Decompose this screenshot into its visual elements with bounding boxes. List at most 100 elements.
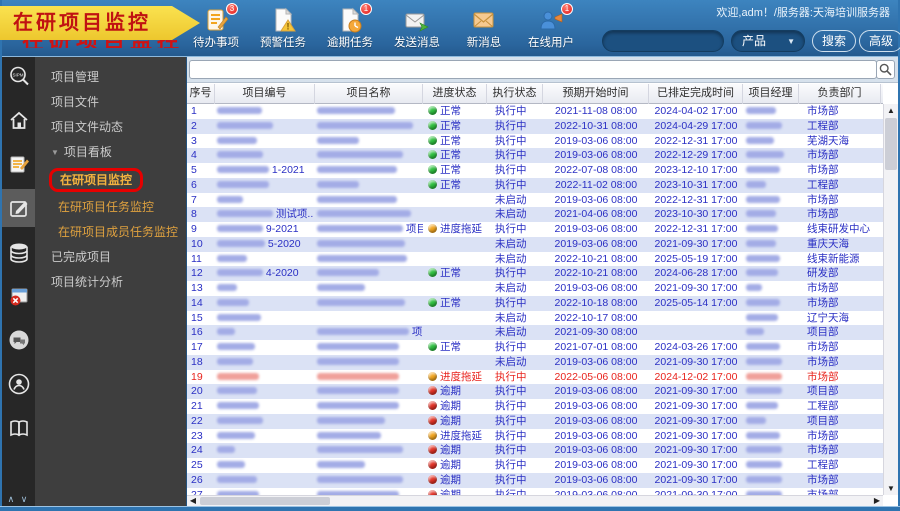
column-header-progress[interactable]: 进度状态 bbox=[423, 84, 487, 104]
table-row[interactable]: 8 测试项.. 未启动 2021-04-06 08:00 2023-10-30 17:… bbox=[187, 207, 883, 222]
table-search-button[interactable] bbox=[876, 60, 895, 79]
table-row[interactable]: 7 未启动 2019-03-06 08:00 2022-12-31 17:00 市场部 bbox=[187, 193, 883, 208]
column-header-mgr[interactable]: 项目经理 bbox=[743, 84, 799, 104]
table-row[interactable]: 15 未启动 2022-10-17 08:00 辽宁天海 bbox=[187, 311, 883, 326]
table-row[interactable]: 20 逾期 执行中 2019-03-06 08:00 2021-09-30 17:00 项… bbox=[187, 384, 883, 399]
department-label: 重庆天海 bbox=[807, 237, 849, 250]
redacted-text bbox=[746, 313, 778, 321]
column-header-no[interactable]: 序号 bbox=[187, 84, 215, 104]
sidebar-scroll-chevrons[interactable]: ∧ ∨ bbox=[2, 494, 35, 505]
table-row[interactable]: 6 正常 执行中 2022-11-02 08:00 2023-10-31 17:00 工程… bbox=[187, 177, 883, 193]
cell-start: 2019-03-06 08:00 bbox=[543, 355, 649, 370]
redacted-text bbox=[317, 402, 399, 409]
sidebar-item-active-project-monitor[interactable]: 在研项目监控 bbox=[35, 165, 186, 195]
table-row[interactable]: 13 未启动 2019-03-06 08:00 2021-09-30 17:00 市场部 bbox=[187, 281, 883, 296]
table-row[interactable]: 25 逾期 执行中 2019-03-06 08:00 2021-09-30 17:00 工… bbox=[187, 458, 883, 473]
column-header-exec[interactable]: 执行状态 bbox=[487, 84, 543, 104]
scroll-left-arrow-icon[interactable]: ◀ bbox=[187, 496, 199, 506]
table-row[interactable]: 14 正常 执行中 2022-10-18 08:00 2025-05-14 17:00 市… bbox=[187, 295, 883, 311]
table-row[interactable]: 12 4-2020 正常 执行中 2022-10-21 08:00 2024-06-28… bbox=[187, 266, 883, 281]
sidebar-tool-book-button[interactable] bbox=[2, 409, 35, 447]
sidebar-item-project-management[interactable]: 项目管理 bbox=[35, 65, 186, 90]
table-row[interactable]: 11 未启动 2022-10-21 08:00 2025-05-19 17:00 线束新… bbox=[187, 252, 883, 267]
cell-code bbox=[215, 384, 315, 399]
sidebar-tool-broadcast-user-button[interactable] bbox=[2, 365, 35, 403]
scroll-up-arrow-icon[interactable]: ▲ bbox=[884, 104, 898, 117]
progress-status-label: 正常 bbox=[440, 149, 461, 162]
sidebar-item-project-file-activity[interactable]: 项目文件动态 bbox=[35, 115, 186, 140]
table-row[interactable]: 1 正常 执行中 2021-11-08 08:00 2024-04-02 17:00 市场… bbox=[187, 104, 883, 119]
toolbar-todo-button[interactable]: 3 待办事项 bbox=[187, 3, 245, 50]
table-row[interactable]: 22 逾期 执行中 2019-03-06 08:00 2021-09-30 17:00 项… bbox=[187, 413, 883, 429]
table-row[interactable]: 19 进度拖延 执行中 2022-05-06 08:00 2024-12-02 17:0… bbox=[187, 370, 883, 385]
table-filter-input[interactable] bbox=[189, 60, 877, 79]
sidebar-tool-window-close-button[interactable] bbox=[2, 277, 35, 315]
sidebar-tool-chat-button[interactable] bbox=[2, 321, 35, 359]
table-row[interactable]: 24 逾期 执行中 2019-03-06 08:00 2021-09-30 17:00 市… bbox=[187, 443, 883, 458]
sidebar-item-active-project-member-task-monitor[interactable]: 在研项目成员任务监控 bbox=[35, 220, 186, 245]
table-row[interactable]: 5 1-2021 正常 执行中 2022-07-08 08:00 2023-12-10 … bbox=[187, 163, 883, 178]
category-select[interactable]: 产品 ▼ bbox=[731, 30, 805, 52]
toolbar-online-users-button[interactable]: 1 在线用户 bbox=[522, 3, 580, 50]
vertical-scrollbar[interactable]: ▲ ▼ bbox=[883, 104, 898, 495]
redacted-text bbox=[746, 357, 782, 365]
column-header-name[interactable]: 项目名称 bbox=[315, 84, 423, 104]
table-row[interactable]: 23 进度拖延 执行中 2019-03-06 08:00 2021-09-30 17:0… bbox=[187, 429, 883, 444]
cell-end: 2024-04-29 17:00 bbox=[649, 119, 743, 134]
sidebar-tool-database-button[interactable] bbox=[2, 233, 35, 271]
table-row[interactable]: 9 9-2021 项目 进度拖延 执行中 2019-03-06 08:00 2022-1… bbox=[187, 222, 883, 237]
toolbar-overdue-task-button[interactable]: 1 逾期任务 bbox=[321, 3, 379, 50]
column-header-code[interactable]: 项目编号 bbox=[215, 84, 315, 104]
project-code-text: 1-2021 bbox=[271, 164, 305, 176]
cell-mgr bbox=[743, 281, 799, 296]
exec-status-label: 执行中 bbox=[495, 223, 527, 235]
sidebar-tool-edit-button[interactable] bbox=[2, 189, 35, 227]
cell-dept: 市场部 bbox=[799, 355, 881, 370]
sidebar-tool-notes-button[interactable] bbox=[2, 145, 35, 183]
cell-no: 7 bbox=[187, 193, 215, 208]
cell-end: 2024-06-28 17:00 bbox=[649, 266, 743, 281]
table-row[interactable]: 27 逾期 执行中 2019-03-06 08:00 2021-09-30 17:00 市… bbox=[187, 488, 883, 495]
search-input[interactable] bbox=[602, 30, 724, 52]
table-row[interactable]: 17 正常 执行中 2021-07-01 08:00 2024-03-26 17:00 市… bbox=[187, 340, 883, 355]
sidebar-tool-home-button[interactable] bbox=[2, 101, 35, 139]
table-row[interactable]: 21 逾期 执行中 2019-03-06 08:00 2021-09-30 17:00 工… bbox=[187, 399, 883, 414]
table-row[interactable]: 2 正常 执行中 2022-10-31 08:00 2024-04-29 17:00 工程… bbox=[187, 118, 883, 134]
table-row[interactable]: 26 逾期 执行中 2019-03-06 08:00 2021-09-30 17:00 市… bbox=[187, 472, 883, 488]
table-row[interactable]: 3 正常 执行中 2019-03-06 08:00 2022-12-31 17:00 芜湖… bbox=[187, 134, 883, 149]
toolbar-warning-task-button[interactable]: ! 预警任务 bbox=[254, 7, 312, 50]
toolbar-send-message-button[interactable]: 发送消息 bbox=[388, 7, 446, 50]
column-header-end[interactable]: 已排定完成时间 bbox=[649, 84, 743, 104]
table-row[interactable]: 18 未启动 2019-03-06 08:00 2021-09-30 17:00 市场部 bbox=[187, 354, 883, 370]
cell-dept: 市场部 bbox=[799, 163, 881, 178]
toolbar-new-message-button[interactable]: 新消息 bbox=[455, 7, 513, 50]
sidebar-item-completed-projects[interactable]: 已完成项目 bbox=[35, 245, 186, 270]
redacted-text bbox=[317, 343, 399, 350]
column-header-dept[interactable]: 负责部门 bbox=[799, 84, 881, 104]
cell-code: 1-2021 bbox=[215, 163, 315, 178]
sidebar-item-project-board[interactable]: ▼ 项目看板 bbox=[35, 140, 186, 165]
cell-end: 2021-09-30 17:00 bbox=[649, 429, 743, 444]
table-row[interactable]: 10 5-2020 未启动 2019-03-06 08:00 2021-09-30 1… bbox=[187, 236, 883, 252]
scheduled-finish-time: 2021-09-30 17:00 bbox=[654, 459, 738, 471]
vertical-scrollbar-thumb[interactable] bbox=[885, 118, 897, 170]
planned-start-time: 2019-03-06 08:00 bbox=[554, 429, 638, 442]
sidebar-item-project-files[interactable]: 项目文件 bbox=[35, 90, 186, 115]
scroll-right-arrow-icon[interactable]: ▶ bbox=[871, 496, 883, 506]
table-row[interactable]: 4 正常 执行中 2019-03-06 08:00 2022-12-29 17:00 市场… bbox=[187, 148, 883, 163]
cell-name bbox=[315, 429, 423, 444]
advanced-button[interactable]: 高级 bbox=[859, 30, 900, 52]
department-label: 工程部 bbox=[807, 400, 839, 412]
sidebar-item-project-statistics[interactable]: 项目统计分析 bbox=[35, 270, 186, 295]
horizontal-scrollbar[interactable]: ◀ ▶ bbox=[187, 495, 883, 506]
sidebar-tool-sipm-search-button[interactable]: SIPM bbox=[2, 57, 35, 95]
scroll-down-arrow-icon[interactable]: ▼ bbox=[884, 482, 898, 495]
sidebar-item-active-project-task-monitor[interactable]: 在研项目任务监控 bbox=[35, 195, 186, 220]
table-row[interactable]: 16 项目 未启动 2021-09-30 08:00 项目部 bbox=[187, 325, 883, 340]
horizontal-scrollbar-thumb[interactable] bbox=[200, 497, 330, 505]
planned-start-time: 2019-03-06 08:00 bbox=[554, 385, 638, 398]
column-header-start[interactable]: 预期开始时间 bbox=[543, 84, 649, 104]
search-button[interactable]: 搜索 bbox=[812, 30, 856, 52]
cell-end: 2021-09-30 17:00 bbox=[649, 384, 743, 399]
progress-status-label: 正常 bbox=[440, 296, 461, 309]
